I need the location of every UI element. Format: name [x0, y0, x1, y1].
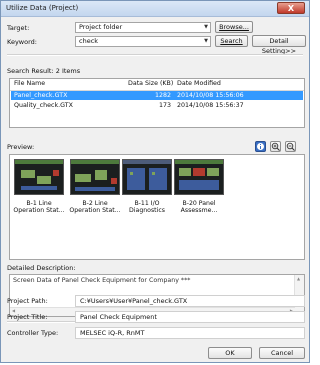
thumbnail-caption: B-2 Line Operation Stat...	[69, 200, 121, 214]
detail-setting-button[interactable]: Detail Setting>>	[252, 35, 306, 55]
description-label: Detailed Description:	[7, 264, 76, 272]
title-bar: Utilize Data (Project) X	[1, 1, 309, 17]
thumbnail-caption: B-20 Panel Assessme...	[180, 200, 218, 214]
controller-type-label: Controller Type:	[7, 329, 59, 337]
list-header: File Name Data Size (KB) Date Modified	[10, 79, 304, 91]
col-file-name[interactable]: File Name	[14, 80, 45, 87]
zoom-out-button[interactable]	[285, 141, 296, 152]
cancel-button[interactable]: Cancel	[259, 347, 305, 359]
preview-panel[interactable]: B-1 Line Operation Stat... B-2 Line Operat…	[9, 154, 305, 260]
preview-thumbnail[interactable]	[14, 159, 64, 195]
table-row[interactable]: Panel_check.GTX 1282 2014/10/08 15:56:06	[11, 91, 303, 100]
preview-thumbnail[interactable]	[70, 159, 120, 195]
target-label: Target:	[7, 24, 30, 32]
keyword-value: check	[79, 37, 99, 45]
preview-label: Preview:	[7, 143, 35, 151]
chevron-down-icon: ▼	[204, 24, 208, 30]
window-title: Utilize Data (Project)	[6, 4, 79, 12]
description-text: Screen Data of Panel Check Equipment for…	[13, 277, 191, 284]
utilize-data-dialog: Utilize Data (Project) X Target: Project…	[0, 0, 310, 363]
result-list[interactable]: File Name Data Size (KB) Date Modified P…	[9, 78, 305, 128]
table-row[interactable]: Quality_check.GTX 173 2014/10/08 15:56:3…	[11, 101, 303, 110]
zoom-in-icon	[271, 142, 280, 151]
controller-type-field: MELSEC iQ-R, RnMT	[75, 327, 305, 339]
keyword-label: Keyword:	[7, 38, 37, 46]
project-path-field: C:¥Users¥User¥Panel_check.GTX	[75, 295, 305, 307]
project-title-field: Panel Check Equipment	[75, 311, 305, 323]
col-data-size[interactable]: Data Size (KB)	[128, 80, 173, 87]
target-value: Project folder	[79, 23, 123, 31]
project-path-label: Project Path:	[7, 297, 48, 305]
browse-button[interactable]: Browse...	[215, 21, 253, 33]
search-result-label: Search Result: 2 Items	[7, 67, 81, 75]
zoom-out-icon	[286, 142, 295, 151]
thumbnail-caption: B-11 I/O Diagnostics	[129, 200, 165, 214]
preview-thumbnail[interactable]	[122, 159, 172, 195]
close-button[interactable]: X	[277, 2, 305, 14]
thumbnail-caption: B-1 Line Operation Stat...	[13, 200, 65, 214]
col-date-modified[interactable]: Date Modified	[177, 80, 221, 87]
divider	[7, 54, 303, 56]
keyword-input[interactable]: check ▼	[75, 36, 211, 47]
scroll-up-icon[interactable]: ▲	[297, 276, 300, 281]
chevron-down-icon: ▼	[204, 38, 208, 44]
info-icon	[257, 143, 264, 150]
search-button[interactable]: Search	[215, 35, 248, 47]
preview-thumbnail[interactable]	[174, 159, 224, 195]
large-icon-view-button[interactable]	[255, 141, 266, 152]
ok-button[interactable]: OK	[208, 347, 252, 359]
zoom-in-button[interactable]	[270, 141, 281, 152]
target-select[interactable]: Project folder ▼	[75, 22, 211, 33]
project-title-label: Project Title:	[7, 313, 48, 321]
